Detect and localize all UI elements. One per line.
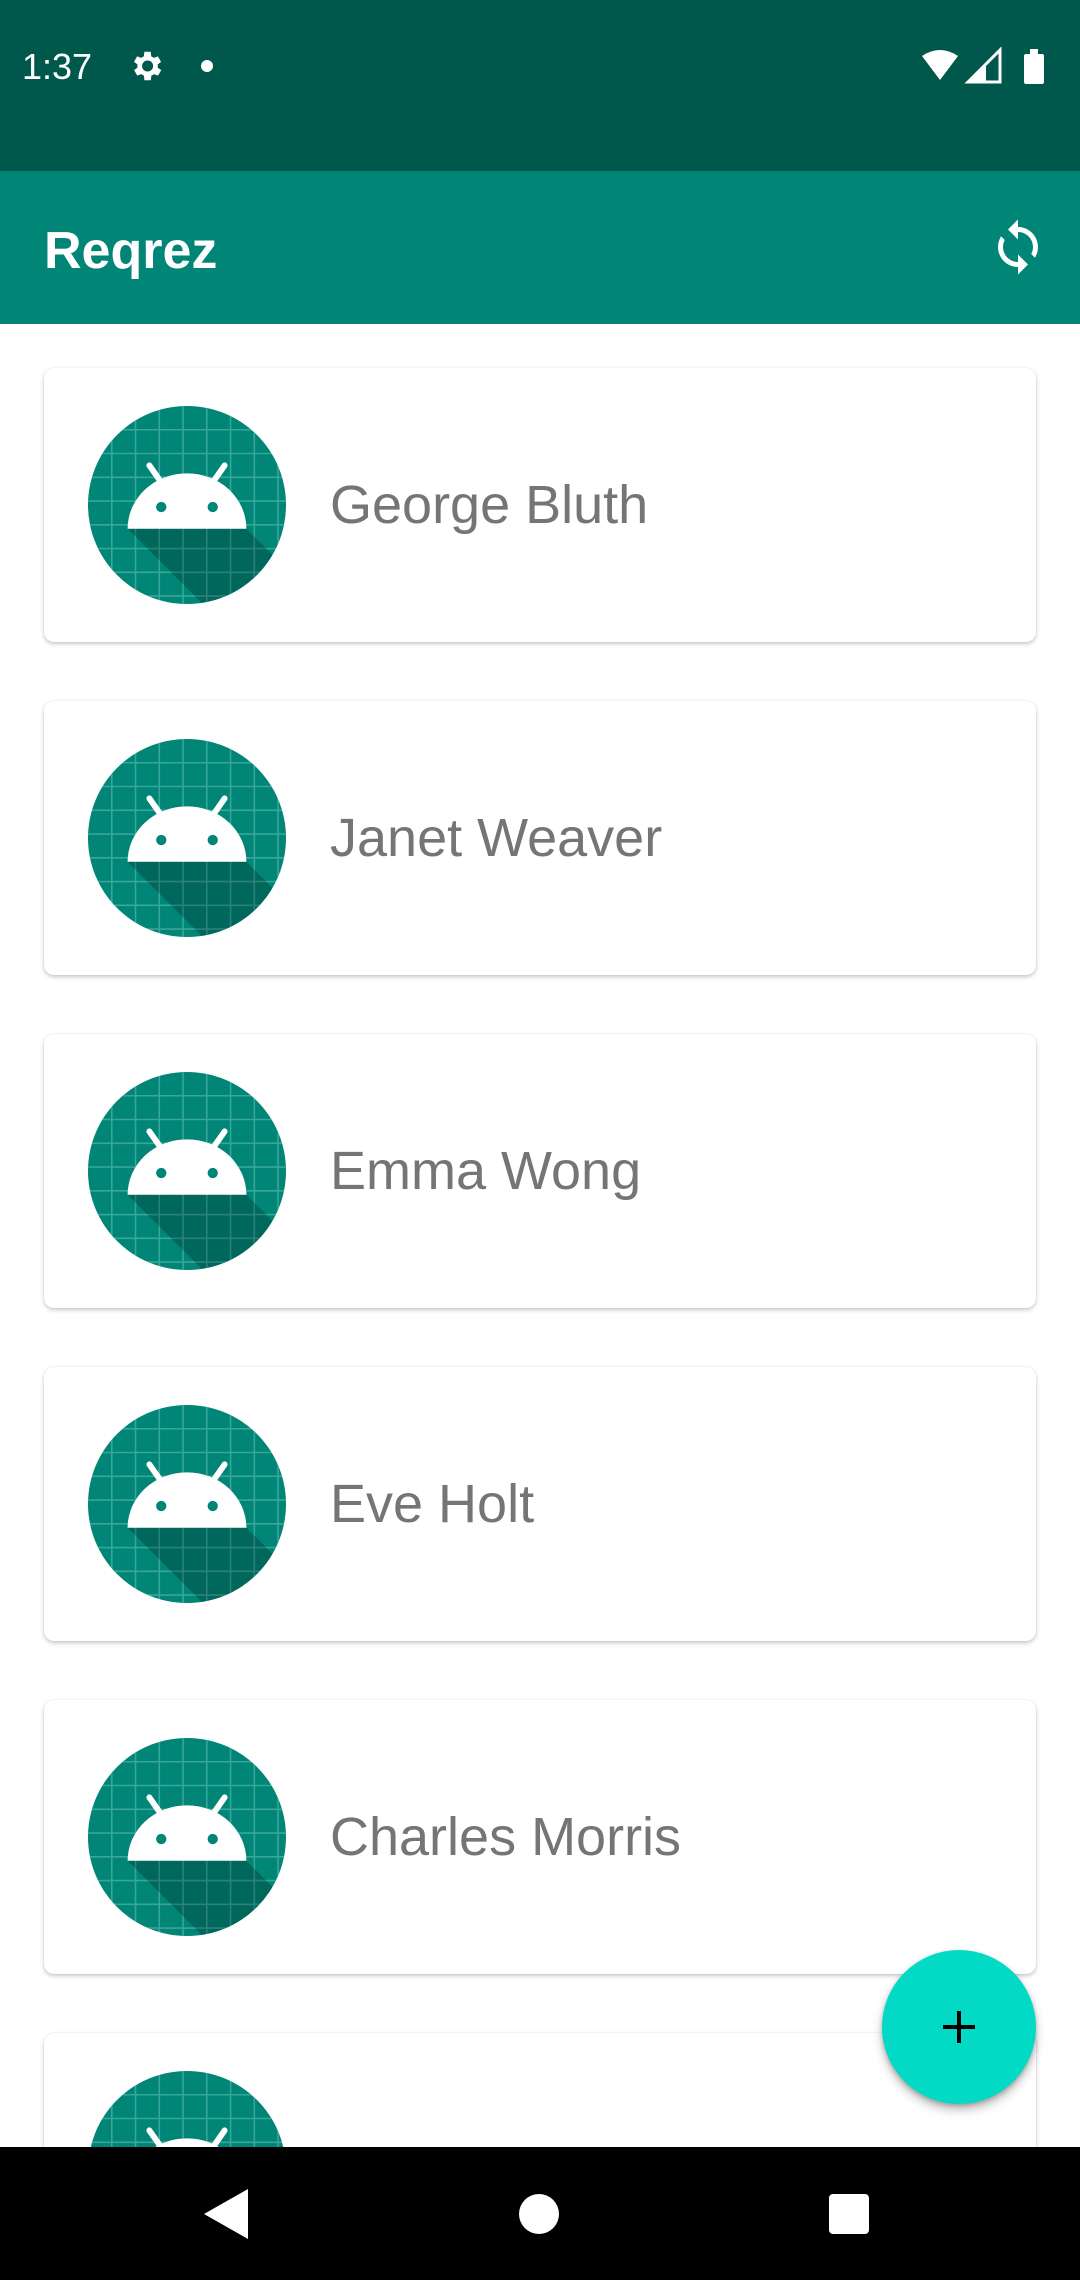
user-card[interactable]: Eve Holt xyxy=(44,1367,1036,1641)
gear-icon xyxy=(133,51,162,81)
system-status-icons xyxy=(922,46,1044,84)
back-icon[interactable] xyxy=(200,2187,250,2241)
cell-signal-icon xyxy=(964,46,1002,84)
wifi-icon xyxy=(922,50,958,80)
user-name: Emma Wong xyxy=(330,1141,642,1201)
android-avatar-icon xyxy=(88,1072,286,1270)
add-user-button[interactable] xyxy=(882,1950,1036,2104)
battery-icon xyxy=(1024,49,1044,84)
app-bar: Reqrez xyxy=(0,171,1080,324)
user-card[interactable]: Charles Morris xyxy=(44,1700,1036,1974)
android-avatar-icon xyxy=(88,1738,286,1936)
user-name: Eve Holt xyxy=(330,1474,535,1534)
user-name: Charles Morris xyxy=(330,1807,682,1867)
status-time: 1:37 xyxy=(22,46,93,87)
notification-dot-icon xyxy=(201,60,213,72)
android-avatar-icon xyxy=(88,406,286,604)
android-avatar-icon xyxy=(88,2071,286,2147)
home-icon[interactable] xyxy=(519,2194,559,2234)
user-card[interactable]: Emma Wong xyxy=(44,1034,1036,1308)
user-name: Janet Weaver xyxy=(330,808,663,868)
refresh-icon xyxy=(998,219,1038,275)
plus-icon xyxy=(943,2011,975,2043)
user-list[interactable]: George Bluth Janet Weaver Emma Wong Eve … xyxy=(0,324,1080,2147)
user-name: George Bluth xyxy=(330,475,649,535)
android-avatar-icon xyxy=(88,739,286,937)
refresh-button[interactable] xyxy=(980,209,1056,285)
app-title: Reqrez xyxy=(44,222,218,280)
android-avatar-icon xyxy=(88,1405,286,1603)
status-bar: 1:37 xyxy=(0,0,1080,171)
recents-icon[interactable] xyxy=(829,2194,869,2234)
user-card[interactable]: Janet Weaver xyxy=(44,701,1036,975)
user-card[interactable]: George Bluth xyxy=(44,368,1036,642)
navigation-bar xyxy=(0,2147,1080,2280)
